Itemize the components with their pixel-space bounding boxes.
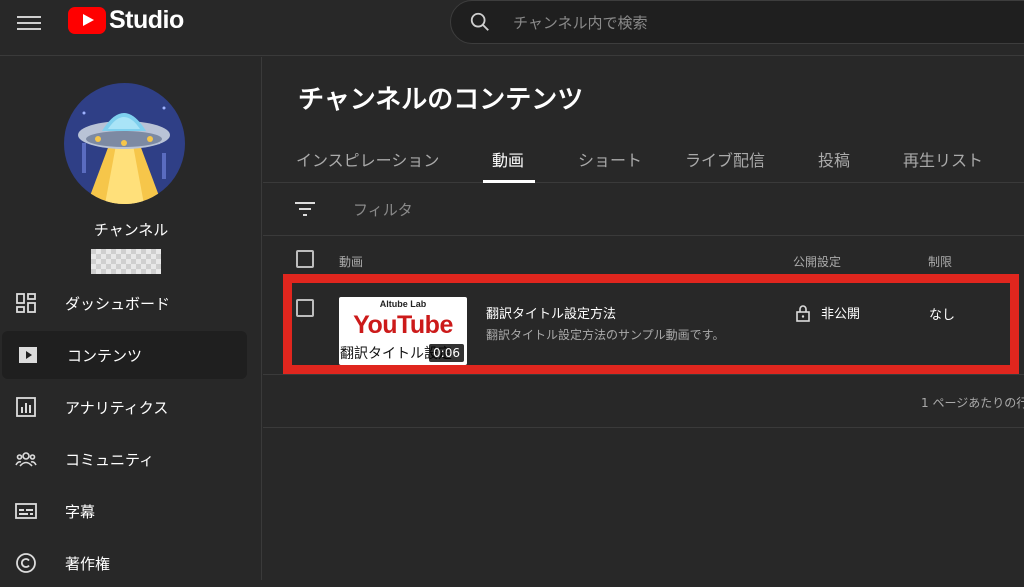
tab-live[interactable]: ライブ配信 xyxy=(685,147,765,171)
table-header: 動画 公開設定 制限 xyxy=(263,237,1024,277)
search-input[interactable]: チャンネル内で検索 xyxy=(450,0,1024,44)
highlight-box xyxy=(283,274,1019,374)
sidebar-item-label: コミュニティ xyxy=(65,450,155,469)
tab-shorts[interactable]: ショート xyxy=(578,147,642,171)
channel-avatar[interactable] xyxy=(64,83,185,204)
select-all-checkbox[interactable] xyxy=(296,250,314,268)
rows-per-page-label: 1 ページあたりの行 xyxy=(921,396,1024,410)
main-content: チャンネルのコンテンツ インスピレーション 動画 ショート ライブ配信 投稿 再… xyxy=(263,57,1024,580)
channel-handle-redacted xyxy=(91,249,161,274)
sidebar-item-content[interactable]: コンテンツ xyxy=(2,331,247,379)
column-header-restrictions: 制限 xyxy=(928,255,953,269)
tab-posts[interactable]: 投稿 xyxy=(818,147,850,171)
ufo-avatar-icon xyxy=(64,83,185,204)
sidebar-item-label: アナリティクス xyxy=(65,398,169,417)
search-icon xyxy=(470,12,489,31)
page-title: チャンネルのコンテンツ xyxy=(298,85,584,115)
sidebar-item-label: コンテンツ xyxy=(67,346,143,365)
filter-bar[interactable]: フィルタ xyxy=(263,184,1024,236)
menu-icon[interactable] xyxy=(17,12,41,36)
top-bar: Studio チャンネル内で検索 xyxy=(0,0,1024,56)
sidebar: チャンネル ダッシュボード コンテンツ アナリティクス コミュニティ 字幕 著作… xyxy=(0,57,262,580)
subtitles-icon xyxy=(14,499,38,523)
sidebar-item-subtitles[interactable]: 字幕 xyxy=(0,487,262,535)
divider xyxy=(263,427,1024,428)
channel-name: チャンネル xyxy=(93,221,169,239)
sidebar-item-community[interactable]: コミュニティ xyxy=(0,435,262,483)
filter-icon[interactable] xyxy=(295,201,315,217)
sidebar-item-label: 著作権 xyxy=(65,554,111,573)
dashboard-icon xyxy=(14,291,38,315)
search-placeholder: チャンネル内で検索 xyxy=(513,13,648,32)
column-header-visibility: 公開設定 xyxy=(793,255,842,269)
tab-videos[interactable]: 動画 xyxy=(492,147,524,171)
copyright-icon xyxy=(14,551,38,575)
community-icon xyxy=(14,447,38,471)
filter-input[interactable]: フィルタ xyxy=(353,199,413,220)
sidebar-item-analytics[interactable]: アナリティクス xyxy=(0,383,262,431)
active-tab-indicator xyxy=(483,180,535,183)
studio-logo[interactable]: Studio xyxy=(68,6,184,35)
column-header-video: 動画 xyxy=(339,255,364,269)
tab-playlists[interactable]: 再生リスト xyxy=(903,147,983,171)
analytics-icon xyxy=(14,395,38,419)
tab-inspiration[interactable]: インスピレーション xyxy=(296,147,439,171)
sidebar-item-label: ダッシュボード xyxy=(65,294,171,313)
sidebar-item-dashboard[interactable]: ダッシュボード xyxy=(0,279,262,327)
sidebar-item-label: 字幕 xyxy=(65,502,96,521)
youtube-logo-icon xyxy=(68,7,106,34)
content-tabs: インスピレーション 動画 ショート ライブ配信 投稿 再生リスト xyxy=(263,139,1024,183)
content-icon xyxy=(16,343,40,367)
studio-wordmark: Studio xyxy=(109,6,184,34)
